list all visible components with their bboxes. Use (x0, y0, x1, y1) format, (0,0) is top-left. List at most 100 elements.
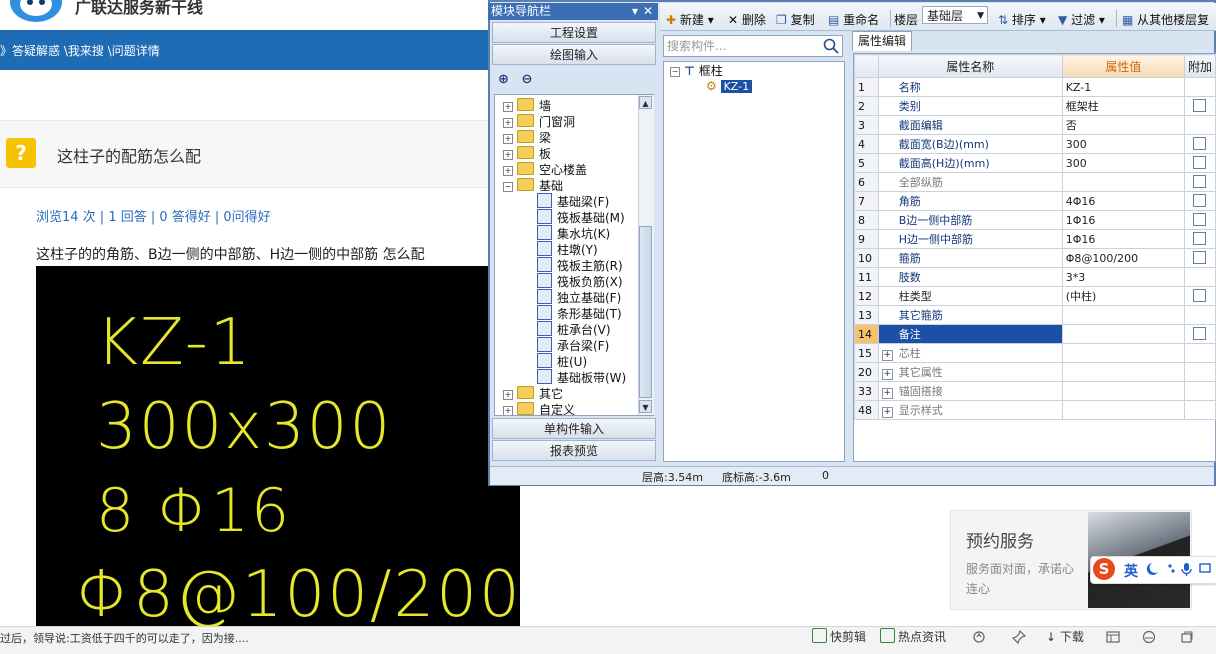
nav-tree-child-item[interactable]: 桩(U) (537, 353, 587, 370)
property-row[interactable]: 3 截面编辑否 (854, 115, 1216, 135)
property-value[interactable]: 300 (1061, 153, 1185, 173)
close-icon[interactable]: ✕ (643, 3, 653, 20)
property-name[interactable]: 截面高(H边)(mm) (877, 153, 1063, 173)
expand-icon[interactable]: + (503, 118, 513, 128)
property-group-row[interactable]: 15 + 芯柱 (854, 343, 1216, 363)
copy-button[interactable]: ❐ 复制 (776, 11, 815, 28)
property-value[interactable]: 否 (1061, 115, 1185, 135)
property-name[interactable]: 类别 (877, 96, 1063, 116)
property-name[interactable]: 肢数 (877, 267, 1063, 287)
expand-icon[interactable]: + (881, 388, 893, 399)
property-name[interactable]: 全部纵筋 (877, 172, 1063, 192)
property-value[interactable]: KZ-1 (1061, 77, 1185, 97)
sogou-ime-icon[interactable]: S (1093, 558, 1115, 580)
property-extra[interactable] (1183, 305, 1216, 325)
component-tree[interactable] (663, 61, 845, 462)
delete-button[interactable]: ✕ 删除 (728, 11, 766, 28)
extra-checkbox[interactable] (1193, 232, 1207, 245)
nav-tree-item[interactable]: + 墙 (503, 97, 551, 114)
tab-property-edit[interactable]: 属性编辑 (852, 31, 912, 51)
header-property-value[interactable]: 属性值 (1061, 54, 1185, 78)
expand-icon[interactable]: + (503, 102, 513, 112)
property-value[interactable]: 300 (1061, 134, 1185, 154)
property-extra[interactable] (1183, 267, 1216, 287)
property-row[interactable]: 8 B边一侧中部筋 1Φ16 (854, 210, 1216, 230)
expand-icon[interactable]: + (503, 134, 513, 144)
expand-icon[interactable]: + (881, 407, 893, 418)
nav-tree-item[interactable]: + 空心楼盖 (503, 161, 587, 178)
nav-tree-child-item[interactable]: 基础板带(W) (537, 369, 626, 386)
property-extra[interactable] (1183, 153, 1216, 173)
nav-tree-item[interactable]: + 门窗洞 (503, 113, 575, 130)
property-extra[interactable] (1183, 324, 1216, 344)
nav-tree-child-item[interactable]: 条形基础(T) (537, 305, 622, 322)
extra-checkbox[interactable] (1193, 99, 1207, 112)
ime-language-label[interactable]: 英 (1124, 561, 1138, 581)
nav-tree-child-item[interactable]: 集水坑(K) (537, 225, 610, 242)
ime-tools-icon[interactable] (1146, 561, 1212, 577)
property-value[interactable]: Φ8@100/200 (1061, 248, 1185, 268)
collapse-icon[interactable]: − (503, 182, 513, 192)
nav-tree-child-item[interactable]: 独立基础(F) (537, 289, 621, 306)
property-extra[interactable] (1183, 248, 1216, 268)
expand-icon[interactable]: + (503, 406, 513, 415)
property-value[interactable]: 1Φ16 (1061, 210, 1185, 230)
property-value[interactable] (1061, 172, 1185, 192)
property-row[interactable]: 7 角筋 4Φ16 (854, 191, 1216, 211)
nav-tree-child-item[interactable]: 筏板负筋(X) (537, 273, 623, 290)
extra-checkbox[interactable] (1193, 194, 1207, 207)
property-row[interactable]: 2 类别 框架柱 (854, 96, 1216, 116)
expand-icon[interactable]: + (503, 166, 513, 176)
module-tree[interactable]: + 墙 + 门窗洞 + 梁 + 板 + 空心楼盖 − 基础 基础梁(F) 筏板基础(M) 集水坑(K) 柱墩(… (494, 94, 654, 416)
property-name[interactable]: 截面编辑 (877, 115, 1063, 135)
sort-button[interactable]: ⇅ 排序 ▾ (998, 11, 1046, 28)
rename-button[interactable]: ▤ 重命名 (828, 11, 879, 28)
property-group-name[interactable]: + 锚固搭接 (877, 381, 1063, 401)
property-row[interactable]: 5 截面高(H边)(mm) 300 (854, 153, 1216, 173)
property-name[interactable]: 柱类型 (877, 286, 1063, 306)
property-value[interactable] (1061, 305, 1185, 325)
property-group-value[interactable] (1061, 343, 1185, 363)
collapse-all-icon[interactable]: ⊖ (521, 72, 532, 87)
extra-checkbox[interactable] (1193, 137, 1207, 150)
property-extra[interactable] (1183, 229, 1216, 249)
property-group-row[interactable]: 20 + 其它属性 (854, 362, 1216, 382)
property-row[interactable]: 12 柱类型 (中柱) (854, 286, 1216, 306)
property-extra[interactable] (1183, 77, 1216, 97)
property-extra[interactable] (1183, 134, 1216, 154)
scroll-up-icon[interactable]: ▲ (639, 96, 652, 109)
nav-tree-child-item[interactable]: 筏板基础(M) (537, 209, 625, 226)
header-property-name[interactable]: 属性名称 (877, 54, 1063, 78)
nav-tree-item[interactable]: + 板 (503, 145, 551, 162)
quick-clip-button[interactable]: 快剪辑 (812, 628, 866, 645)
nav-tree-child-item[interactable]: 桩承台(V) (537, 321, 611, 338)
property-name[interactable]: B边一侧中部筋 (877, 210, 1063, 230)
property-extra[interactable] (1183, 286, 1216, 306)
project-settings-button[interactable]: 工程设置 (492, 22, 656, 43)
property-group-row[interactable]: 33 + 锚固搭接 (854, 381, 1216, 401)
property-group-value[interactable] (1061, 400, 1185, 420)
expand-collapse-icons[interactable]: ⊕ ⊖ (498, 72, 532, 87)
property-extra[interactable] (1183, 96, 1216, 116)
expand-all-icon[interactable]: ⊕ (498, 72, 509, 87)
breadcrumb[interactable]: 》答疑解惑 \我来搜 \问题详情 (0, 42, 160, 59)
property-value[interactable]: 4Φ16 (1061, 191, 1185, 211)
property-value[interactable]: 框架柱 (1061, 96, 1185, 116)
nav-tree-item[interactable]: + 梁 (503, 129, 551, 146)
expand-icon[interactable]: + (503, 390, 513, 400)
tree-node-kz1[interactable]: ⚙ KZ-1 (706, 79, 753, 93)
pin-icon[interactable] (1012, 630, 1026, 644)
property-group-value[interactable] (1061, 381, 1185, 401)
property-row[interactable]: 9 H边一侧中部筋 1Φ16 (854, 229, 1216, 249)
property-group-name[interactable]: + 显示样式 (877, 400, 1063, 420)
property-group-value[interactable] (1061, 362, 1185, 382)
property-group-row[interactable]: 48 + 显示样式 (854, 400, 1216, 420)
property-row[interactable]: 1 名称 KZ-1 (854, 77, 1216, 97)
window-icon[interactable] (1106, 630, 1120, 644)
floor-select[interactable]: 基础层 ▼ (922, 6, 988, 24)
refresh-icon[interactable] (972, 630, 986, 644)
scrollbar-thumb[interactable] (639, 226, 652, 398)
site-title[interactable]: 广联达服务新干线 (75, 0, 203, 18)
property-extra[interactable] (1183, 191, 1216, 211)
property-extra[interactable] (1183, 172, 1216, 192)
